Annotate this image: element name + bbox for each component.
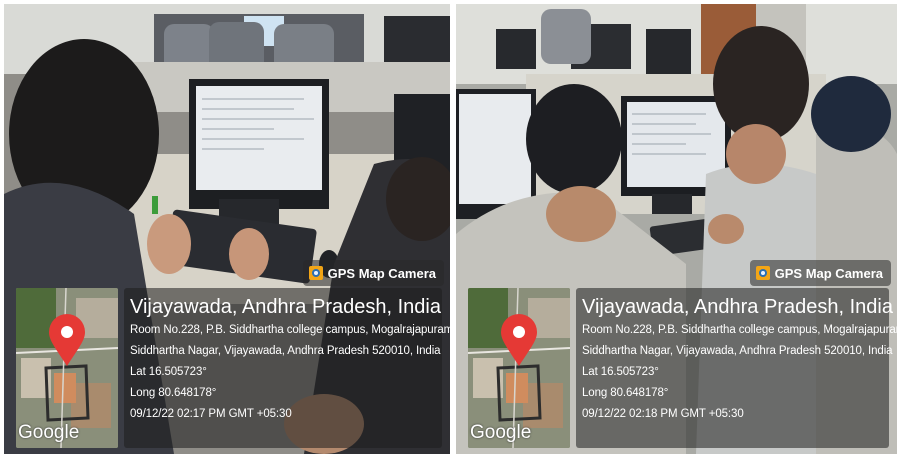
gps-camera-icon <box>755 266 770 280</box>
gps-map-camera-badge: GPS Map Camera <box>749 260 891 286</box>
longitude: Long 80.648178° <box>130 387 217 399</box>
timestamp: 09/12/22 02:18 PM GMT +05:30 <box>582 408 744 420</box>
timestamp: 09/12/22 02:17 PM GMT +05:30 <box>130 408 292 420</box>
address-line-2: Siddhartha Nagar, Vijayawada, Andhra Pra… <box>130 345 441 357</box>
map-thumbnail: Google <box>468 288 570 448</box>
badge-label: GPS Map Camera <box>327 265 436 281</box>
location-city: Vijayawada, Andhra Pradesh, India <box>130 296 441 318</box>
address-line-1: Room No.228, P.B. Siddhartha college cam… <box>130 324 450 336</box>
google-watermark: Google <box>18 422 80 443</box>
gps-camera-icon <box>308 266 323 280</box>
map-thumbnail: Google <box>16 288 118 448</box>
google-watermark: Google <box>470 422 532 443</box>
photo-right: GPS Map Camera Google Vijayawada, Andhra… <box>456 4 897 454</box>
badge-label: GPS Map Camera <box>774 265 883 281</box>
location-city: Vijayawada, Andhra Pradesh, India <box>582 296 893 318</box>
location-info-panel: Vijayawada, Andhra Pradesh, India Room N… <box>124 288 450 448</box>
location-info-panel: Vijayawada, Andhra Pradesh, India Room N… <box>576 288 897 448</box>
latitude: Lat 16.505723° <box>130 366 207 378</box>
longitude: Long 80.648178° <box>582 387 669 399</box>
latitude: Lat 16.505723° <box>582 366 659 378</box>
photo-left: GPS Map Camera Google Vijayawada, Andhra… <box>4 4 450 454</box>
address-line-1: Room No.228, P.B. Siddhartha college cam… <box>582 324 897 336</box>
address-line-2: Siddhartha Nagar, Vijayawada, Andhra Pra… <box>582 345 893 357</box>
gps-map-camera-badge: GPS Map Camera <box>302 260 444 286</box>
